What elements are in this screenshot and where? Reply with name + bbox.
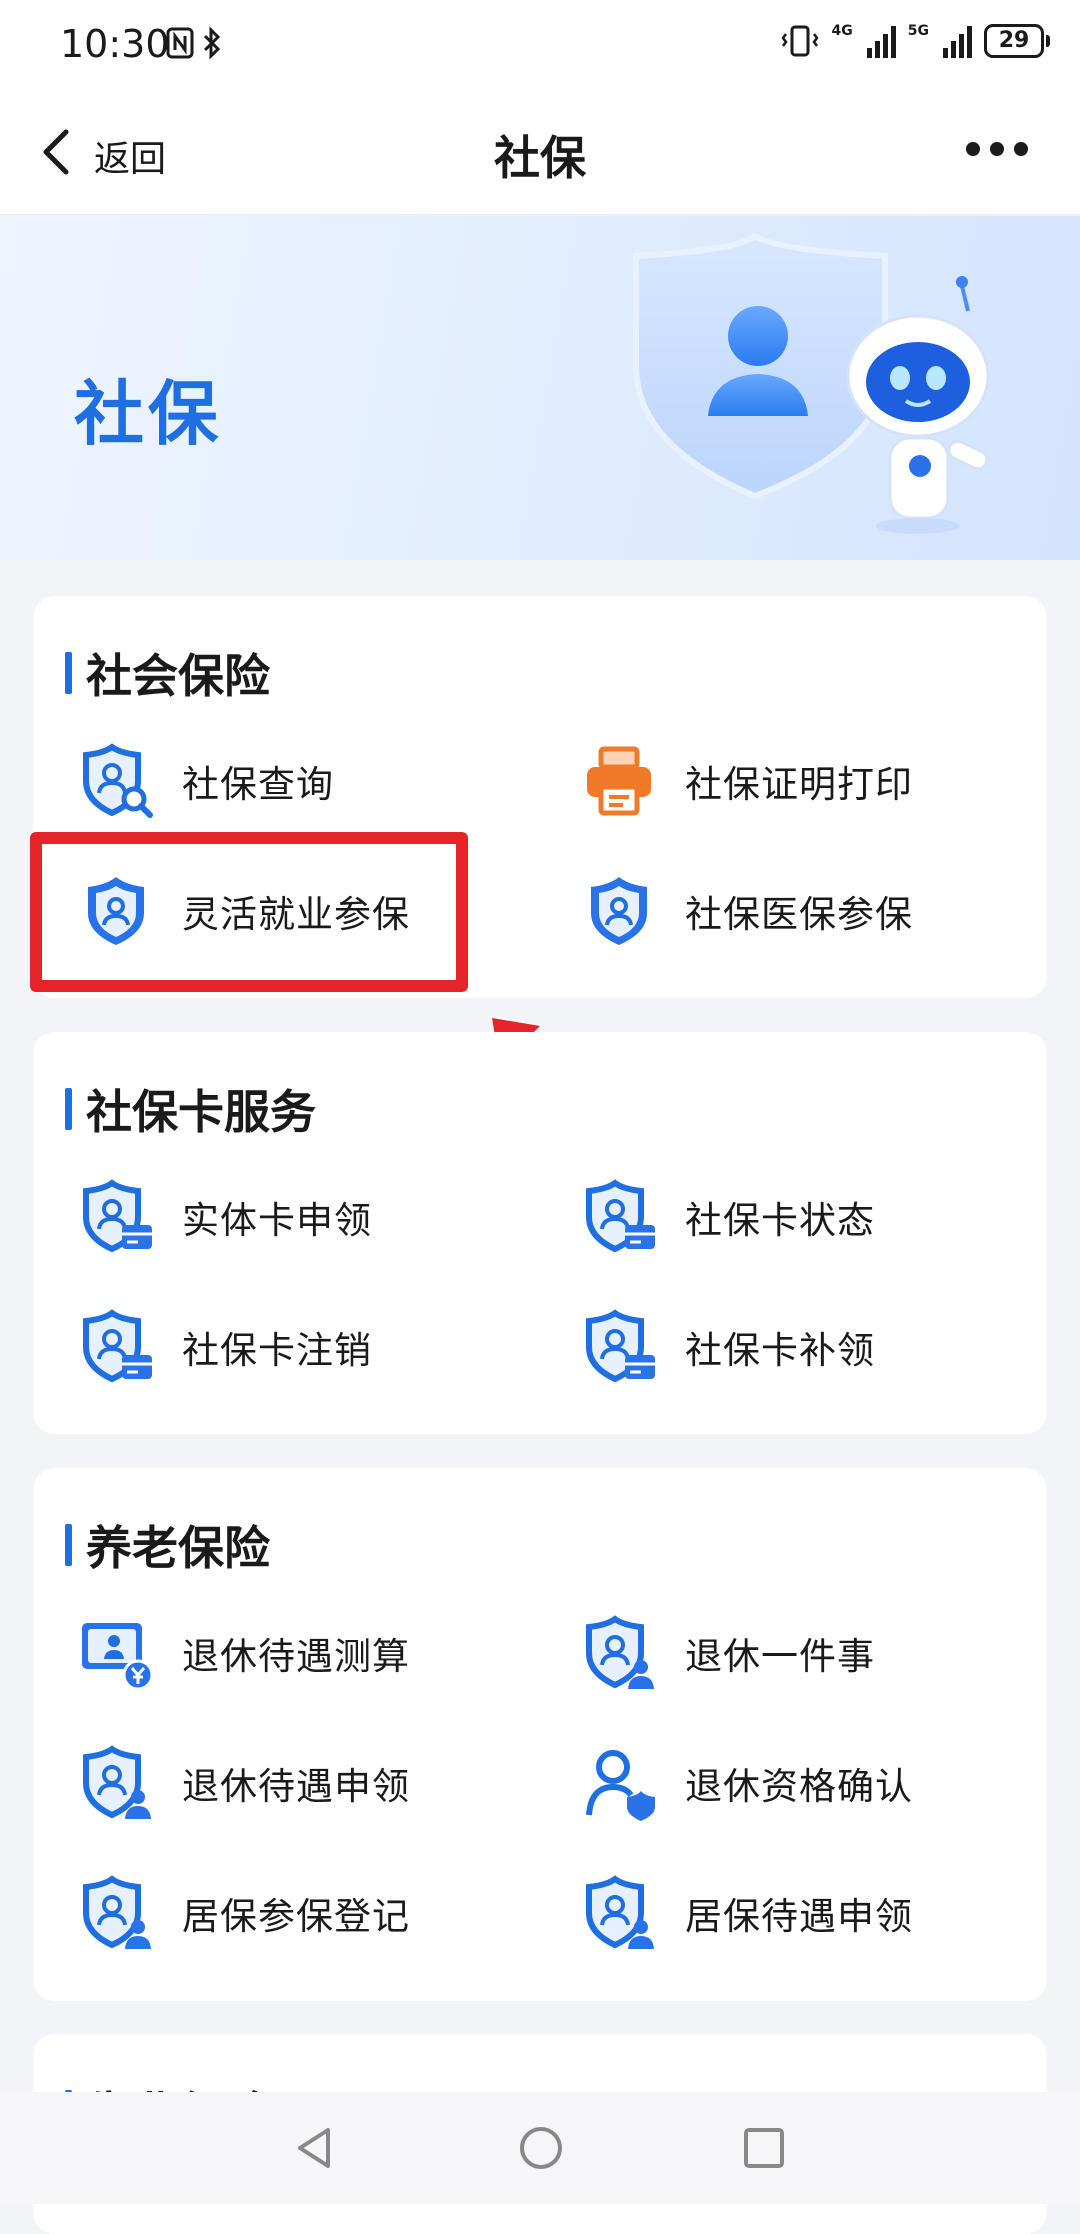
service-resident-register[interactable]: 居保参保登记 bbox=[78, 1868, 410, 1958]
service-label: 社保查询 bbox=[182, 763, 334, 806]
status-right: 4G 5G 29 bbox=[780, 23, 1050, 58]
shield-person-card-icon bbox=[83, 1309, 152, 1383]
shield-person-icon bbox=[591, 877, 647, 945]
nav-back-triangle-icon[interactable] bbox=[292, 2124, 336, 2172]
signal-icon-2 bbox=[943, 24, 972, 58]
service-social-insurance-query[interactable]: 社保查询 bbox=[78, 736, 334, 826]
shield-person-user-icon bbox=[586, 1875, 654, 1949]
service-label: 退休待遇申领 bbox=[182, 1765, 410, 1808]
service-label: 社保卡注销 bbox=[182, 1329, 372, 1372]
nfc-icon bbox=[166, 27, 194, 59]
section-accent-bar bbox=[65, 652, 72, 694]
service-retirement-calc[interactable]: 退休待遇测算 bbox=[78, 1608, 410, 1698]
service-label: 社保卡补领 bbox=[685, 1329, 875, 1372]
service-label: 社保医保参保 bbox=[685, 893, 913, 936]
status-bar: 10:30 4G 5G 29 bbox=[0, 0, 1080, 92]
service-card-reissue[interactable]: 社保卡补领 bbox=[581, 1302, 875, 1392]
section-title: 养老保险 bbox=[86, 1521, 270, 1575]
nav-bar: 返回 社保 bbox=[0, 92, 1080, 216]
service-retirement-qualification[interactable]: 退休资格确认 bbox=[581, 1738, 913, 1828]
system-navigation-bar bbox=[0, 2092, 1080, 2204]
section-card-services: 社保卡服务 实体卡申领 社保卡状态 社保卡注销 社保卡补领 bbox=[33, 1032, 1047, 1434]
service-card-cancel[interactable]: 社保卡注销 bbox=[78, 1302, 372, 1392]
vibrate-icon bbox=[780, 25, 819, 57]
section-accent-bar bbox=[65, 1524, 72, 1566]
service-label: 居保参保登记 bbox=[182, 1895, 410, 1938]
shield-person-user-icon bbox=[83, 1745, 151, 1819]
more-options-icon[interactable] bbox=[966, 142, 1028, 156]
bluetooth-icon bbox=[203, 26, 221, 60]
service-retirement-one-thing[interactable]: 退休一件事 bbox=[581, 1608, 875, 1698]
shield-person-card-icon bbox=[586, 1309, 655, 1383]
service-label: 社保卡状态 bbox=[685, 1199, 875, 1242]
shield-person-search-icon bbox=[83, 743, 153, 818]
network-label-2: 5G bbox=[907, 23, 929, 39]
service-label: 实体卡申领 bbox=[182, 1199, 372, 1242]
network-label-1: 4G bbox=[831, 23, 853, 39]
banner-shield-robot-illustration bbox=[633, 232, 990, 534]
service-label: 居保待遇申领 bbox=[685, 1895, 913, 1938]
service-certificate-print[interactable]: 社保证明打印 bbox=[581, 736, 913, 826]
section-header: 养老保险 bbox=[65, 1512, 270, 1578]
section-header: 社保卡服务 bbox=[65, 1076, 316, 1142]
page-title: 社保 bbox=[494, 131, 586, 185]
status-left-icons bbox=[165, 26, 223, 60]
service-label: 退休资格确认 bbox=[685, 1765, 913, 1808]
service-resident-benefit[interactable]: 居保待遇申领 bbox=[581, 1868, 913, 1958]
section-accent-bar bbox=[65, 1088, 72, 1130]
banner-title: 社保 bbox=[74, 373, 222, 455]
person-shield-icon bbox=[586, 1750, 655, 1821]
service-label: 社保证明打印 bbox=[685, 763, 913, 806]
battery-indicator: 29 bbox=[984, 24, 1050, 58]
section-pension-insurance: 养老保险 退休待遇测算 退休一件事 退休待遇申领 退休资格确认 居保参保登记 居… bbox=[33, 1468, 1047, 2001]
shield-person-user-icon bbox=[83, 1875, 151, 1949]
signal-icon-1 bbox=[866, 24, 896, 58]
section-title: 社会保险 bbox=[86, 649, 270, 703]
service-label: 退休待遇测算 bbox=[182, 1635, 410, 1678]
status-time: 10:30 bbox=[60, 22, 170, 66]
shield-person-card-icon bbox=[83, 1179, 152, 1253]
service-retirement-apply[interactable]: 退休待遇申领 bbox=[78, 1738, 410, 1828]
service-card-apply[interactable]: 实体卡申领 bbox=[78, 1172, 372, 1262]
monitor-yuan-icon bbox=[82, 1623, 154, 1691]
section-header: 社会保险 bbox=[65, 640, 270, 706]
highlight-annotation-box bbox=[30, 832, 468, 992]
service-medical-insurance[interactable]: 社保医保参保 bbox=[581, 866, 913, 956]
nav-recents-square-icon[interactable] bbox=[742, 2124, 786, 2172]
section-title: 社保卡服务 bbox=[86, 1085, 316, 1139]
banner: 社保 bbox=[0, 216, 1080, 560]
service-label: 退休一件事 bbox=[685, 1635, 875, 1678]
nav-home-circle-icon[interactable] bbox=[518, 2124, 564, 2172]
service-card-status[interactable]: 社保卡状态 bbox=[581, 1172, 875, 1262]
shield-person-user-icon bbox=[586, 1615, 654, 1689]
printer-icon bbox=[587, 746, 651, 816]
shield-person-card-icon bbox=[586, 1179, 655, 1253]
